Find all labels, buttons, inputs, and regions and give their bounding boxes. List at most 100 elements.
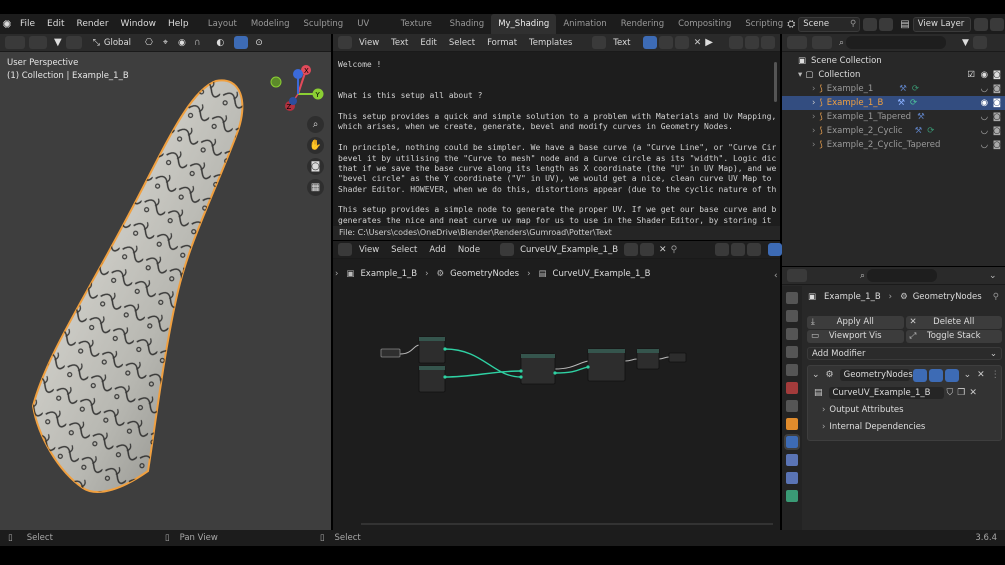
chevron-down-icon[interactable]: ⌄ [964,370,972,380]
close-icon[interactable]: ✕ [969,388,977,398]
output-attributes-panel[interactable]: › Output Attributes [808,402,1001,419]
duplicate-icon[interactable]: ❐ [957,388,965,398]
modifier-wrench-icon[interactable]: ⚒ [897,96,905,110]
outliner-item[interactable]: › ⟆ Example_2_Cyclic_Tapered ◡ ◙ [782,138,1005,152]
fake-user-shield-icon[interactable] [642,36,657,49]
text-datablock-name[interactable]: Text [613,38,640,48]
scene-icon[interactable]: ⛭ [787,19,795,30]
data-icon[interactable]: ⟳ [910,96,917,110]
drag-handle-icon[interactable]: ⋮ [991,370,1000,380]
transform-orientation-dropdown[interactable]: Global [104,38,131,48]
text-line[interactable]: that if we save the base curve along its… [338,164,776,174]
render-tab-icon[interactable] [786,310,798,322]
new-view-layer-button[interactable] [974,17,989,31]
collection-checkbox[interactable]: ☑ [967,68,975,82]
breadcrumb-node-group[interactable]: CurveUV_Example_1_B [553,269,651,279]
scene-selector[interactable]: Scene ⚲ [798,16,861,32]
world-tab-icon[interactable] [786,382,798,394]
text-line[interactable]: bevel it by utilising the "Curve to mesh… [338,154,776,164]
tab-texture-paint[interactable]: Texture Paint [394,14,443,49]
snap-dropdown[interactable] [65,36,82,49]
3d-viewport[interactable]: ▼ ⤡ Global ⎔ ⌖ ◉ ∩ ◐ ⊙ User Perspective … [0,34,331,530]
menu-render[interactable]: Render [70,19,114,29]
text-line[interactable]: This setup provides a quick and simple s… [338,112,776,122]
text-line[interactable]: "bevel circle" as the Y coordinate ("V" … [338,174,776,184]
context-modifier-name[interactable]: GeometryNodes [913,292,982,302]
data-icon[interactable]: ⟳ [912,82,919,96]
new-text-button[interactable] [658,36,673,49]
node-menu-node[interactable]: Node [452,245,486,255]
perspective-grid-icon[interactable]: ▦ [307,179,324,196]
outliner-search-input[interactable] [846,36,947,49]
text-datablock-icon[interactable] [592,36,607,49]
text-line[interactable] [338,70,776,80]
menu-file[interactable]: File [14,19,41,29]
data-icon[interactable]: ⟳ [927,124,934,138]
run-script-icon[interactable]: ▶ [705,37,713,48]
overlay-icon[interactable]: ⊙ [255,38,263,48]
visibility-icon[interactable]: ◐ [216,38,224,48]
particles-tab-icon[interactable] [786,454,798,466]
outliner-item[interactable]: › ⟆ Example_2_Cyclic ⚒ ⟳ ◡ ◙ [782,124,1005,138]
node-fake-user-button[interactable] [624,243,639,256]
expand-arrow-icon[interactable]: ▾ [798,68,802,82]
text-line[interactable]: generates the nice and neat curve uv map… [338,216,776,226]
eye-icon[interactable]: ◡ [981,124,988,138]
properties-options-icon[interactable]: ⌄ [989,271,997,281]
object-tab-icon[interactable] [786,418,798,430]
text-content[interactable]: Welcome ! What is this setup all about ? T… [338,60,776,226]
delete-all-button[interactable]: ✕ Delete All [905,316,1002,329]
outliner-item[interactable]: › ⟆ Example_1 ⚒ ⟳ ◡ ◙ [782,82,1005,96]
pin-icon[interactable]: ⚲ [850,18,856,31]
select-mode-button[interactable] [29,36,47,49]
display-mode-button[interactable] [812,36,832,49]
view-layer-tab-icon[interactable] [786,346,798,358]
node-pin-icon[interactable]: ⚲ [671,245,678,255]
text-line[interactable]: which arises, when we create, generate, … [338,122,776,132]
properties-type-button[interactable] [787,269,807,282]
internal-dependencies-panel[interactable]: › Internal Dependencies [808,419,1001,436]
text-line[interactable] [338,195,776,205]
text-editor[interactable]: View Text Edit Select Format Templates T… [333,34,780,240]
text-line[interactable] [338,81,776,91]
camera-render-icon[interactable]: ◙ [993,138,1001,152]
tab-scripting[interactable]: Scripting [738,14,785,34]
breadcrumb-modifier[interactable]: GeometryNodes [450,269,519,279]
eye-icon[interactable]: ◡ [981,82,988,96]
tab-sculpting[interactable]: Sculpting [297,14,351,34]
text-line[interactable]: In principle, nothing could be simpler. … [338,143,776,153]
tab-shading[interactable]: Shading [443,14,492,34]
text-editor-type-button[interactable] [338,36,352,49]
view-layer-selector[interactable]: View Layer [912,16,972,32]
text-menu-edit[interactable]: Edit [414,38,442,48]
viewport-vis-button[interactable]: ▭ Viewport Vis [807,330,904,343]
expand-arrow-icon[interactable]: › [812,96,815,110]
expand-arrow-icon[interactable]: › [812,138,815,152]
render-toggle[interactable] [944,368,959,382]
camera-render-icon[interactable]: ◙ [993,96,1001,110]
close-icon[interactable]: ✕ [977,370,985,380]
node-duplicate-button[interactable] [640,243,655,256]
node-editor[interactable]: View Select Add Node CurveUV_Example_1_B… [333,241,783,530]
menu-window[interactable]: Window [115,19,163,29]
text-menu-templates[interactable]: Templates [523,38,578,48]
shield-icon[interactable]: ⛉ [947,388,954,398]
eye-icon[interactable]: ◡ [981,138,988,152]
syntax-highlight-toggle[interactable] [761,36,775,49]
node-unlink-icon[interactable]: ✕ [659,245,667,255]
outliner-scene-collection[interactable]: ▣ Scene Collection [782,54,1005,68]
expand-arrow-icon[interactable]: › [812,110,815,124]
unlink-text-icon[interactable]: ✕ [694,38,702,48]
proportional-icon[interactable]: ◉ [178,38,186,48]
toggle-stack-button[interactable]: ⤢ Toggle Stack [905,330,1002,343]
edit-mode-toggle[interactable] [912,368,927,382]
physics-tab-icon[interactable] [786,472,798,484]
eye-icon[interactable]: ◉ [981,68,988,82]
outliner-type-button[interactable] [787,36,807,49]
add-modifier-dropdown[interactable]: Add Modifier ⌄ [807,347,1002,360]
node-menu-select[interactable]: Select [385,245,423,255]
word-wrap-toggle[interactable] [745,36,759,49]
modifier-tab-icon[interactable] [784,434,800,450]
context-object-name[interactable]: Example_1_B [824,292,881,302]
tab-layout[interactable]: Layout [201,14,244,34]
